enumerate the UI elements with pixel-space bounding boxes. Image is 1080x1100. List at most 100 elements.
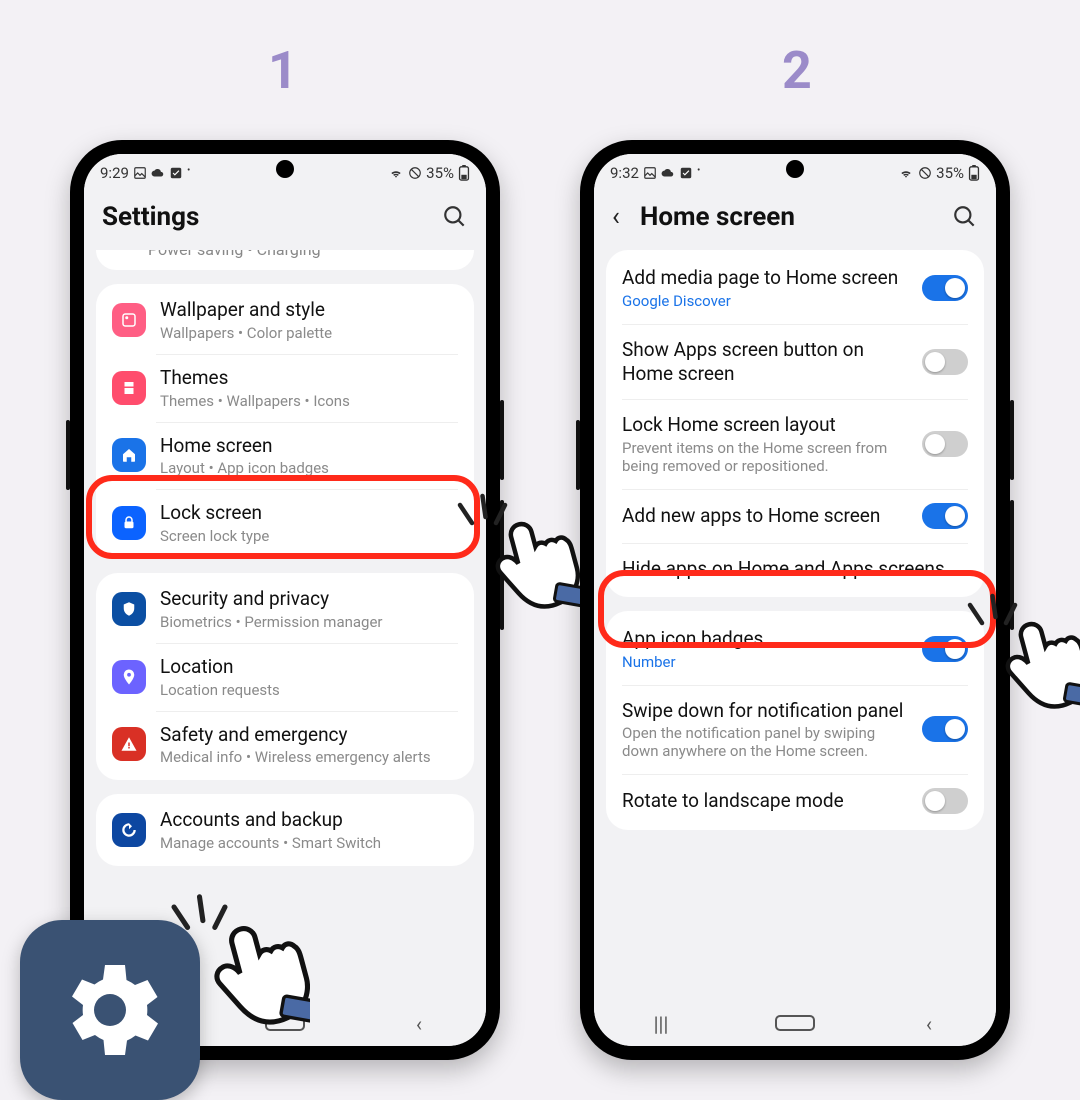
page-title: Home screen bbox=[640, 202, 952, 232]
cloud-icon bbox=[151, 166, 165, 180]
row-accounts-backup[interactable]: Accounts and backup Manage accounts • Sm… bbox=[96, 796, 474, 864]
status-time: 9:32 bbox=[610, 164, 639, 182]
row-title: Add new apps to Home screen bbox=[622, 504, 912, 528]
lock-icon bbox=[112, 506, 146, 540]
battery-text: 35% bbox=[936, 164, 964, 182]
toggle[interactable] bbox=[922, 788, 968, 814]
header: ‹ Home screen bbox=[594, 188, 996, 250]
toggle[interactable] bbox=[922, 275, 968, 301]
row-subtitle: Biometrics • Permission manager bbox=[160, 613, 458, 631]
search-icon[interactable] bbox=[952, 204, 978, 230]
tap-pointer-1 bbox=[430, 490, 580, 640]
row-app-icon-badges[interactable]: App icon badges Number bbox=[606, 613, 984, 685]
row-title: Swipe down for notification panel bbox=[622, 699, 912, 723]
nav-back-icon[interactable]: ‹ bbox=[399, 1012, 439, 1036]
battery-icon bbox=[458, 165, 470, 181]
home-screen-card-1: Add media page to Home screen Google Dis… bbox=[606, 250, 984, 597]
row-subtitle: Prevent items on the Home screen from be… bbox=[622, 439, 912, 475]
battery-icon bbox=[968, 165, 980, 181]
nav-back-icon[interactable]: ‹ bbox=[909, 1012, 949, 1036]
row-subtitle: Layout • App icon badges bbox=[160, 459, 458, 477]
row-subtitle: Medical info • Wireless emergency alerts bbox=[160, 748, 458, 766]
row-title: Wallpaper and style bbox=[160, 298, 458, 322]
check-icon bbox=[679, 166, 693, 180]
more-dot-icon: • bbox=[187, 166, 190, 176]
row-title: Safety and emergency bbox=[160, 723, 458, 747]
row-title: Accounts and backup bbox=[160, 808, 458, 832]
battery-text: 35% bbox=[426, 164, 454, 182]
row-add-media-page[interactable]: Add media page to Home screen Google Dis… bbox=[606, 252, 984, 324]
nav-bar: ||| ‹ bbox=[594, 1002, 996, 1046]
row-subtitle: Wallpapers • Color palette bbox=[160, 324, 458, 342]
no-data-icon bbox=[918, 166, 932, 180]
home-icon bbox=[112, 438, 146, 472]
row-show-apps-button[interactable]: Show Apps screen button on Home screen bbox=[606, 324, 984, 400]
row-title: Themes bbox=[160, 366, 458, 390]
settings-card-security: Security and privacy Biometrics • Permis… bbox=[96, 573, 474, 780]
row-location[interactable]: Location Location requests bbox=[96, 643, 474, 711]
backup-icon bbox=[112, 813, 146, 847]
row-hide-apps[interactable]: Hide apps on Home and Apps screens bbox=[606, 543, 984, 595]
alert-icon bbox=[112, 727, 146, 761]
row-rotate-landscape[interactable]: Rotate to landscape mode bbox=[606, 774, 984, 828]
themes-icon bbox=[112, 371, 146, 405]
wallpaper-icon bbox=[112, 303, 146, 337]
front-camera bbox=[276, 160, 294, 178]
row-home-screen[interactable]: Home screen Layout • App icon badges bbox=[96, 422, 474, 490]
row-title: Security and privacy bbox=[160, 587, 458, 611]
row-wallpaper-style[interactable]: Wallpaper and style Wallpapers • Color p… bbox=[96, 286, 474, 354]
row-title: Add media page to Home screen bbox=[622, 266, 912, 290]
toggle[interactable] bbox=[922, 349, 968, 375]
image-icon bbox=[133, 166, 147, 180]
row-title: App icon badges bbox=[622, 627, 912, 651]
row-subtitle: Screen lock type bbox=[160, 527, 458, 545]
header: Settings bbox=[84, 188, 486, 250]
status-time: 9:29 bbox=[100, 164, 129, 182]
row-title: Lock Home screen layout bbox=[622, 413, 912, 437]
row-title: Rotate to landscape mode bbox=[622, 789, 912, 813]
row-lock-screen[interactable]: Lock screen Screen lock type bbox=[96, 489, 474, 557]
image-icon bbox=[643, 166, 657, 180]
row-add-new-apps[interactable]: Add new apps to Home screen bbox=[606, 489, 984, 543]
more-dot-icon: • bbox=[697, 166, 700, 176]
truncated-prev-card: Power saving • Charging bbox=[96, 250, 474, 270]
tap-pointer-2 bbox=[940, 590, 1080, 740]
row-security-privacy[interactable]: Security and privacy Biometrics • Permis… bbox=[96, 575, 474, 643]
row-title: Lock screen bbox=[160, 501, 458, 525]
row-subtitle: Google Discover bbox=[622, 292, 912, 310]
wifi-icon bbox=[388, 166, 404, 180]
row-title: Hide apps on Home and Apps screens bbox=[622, 557, 968, 581]
toggle[interactable] bbox=[922, 503, 968, 529]
row-subtitle: Open the notification panel by swiping d… bbox=[622, 724, 912, 760]
search-icon[interactable] bbox=[442, 204, 468, 230]
row-subtitle: Number bbox=[622, 653, 912, 671]
settings-card-accounts: Accounts and backup Manage accounts • Sm… bbox=[96, 794, 474, 866]
row-themes[interactable]: Themes Themes • Wallpapers • Icons bbox=[96, 354, 474, 422]
row-title: Show Apps screen button on Home screen bbox=[622, 338, 912, 386]
row-title: Home screen bbox=[160, 434, 458, 458]
nav-recent-icon[interactable]: ||| bbox=[641, 1012, 681, 1036]
pin-icon bbox=[112, 660, 146, 694]
wifi-icon bbox=[898, 166, 914, 180]
row-title: Location bbox=[160, 655, 458, 679]
row-lock-layout[interactable]: Lock Home screen layout Prevent items on… bbox=[606, 399, 984, 489]
row-swipe-down[interactable]: Swipe down for notification panel Open t… bbox=[606, 685, 984, 775]
row-subtitle: Themes • Wallpapers • Icons bbox=[160, 392, 458, 410]
row-subtitle: Location requests bbox=[160, 681, 458, 699]
back-icon[interactable]: ‹ bbox=[612, 202, 640, 232]
tap-pointer-app bbox=[140, 890, 310, 1060]
settings-card-display: Wallpaper and style Wallpapers • Color p… bbox=[96, 284, 474, 559]
row-safety-emergency[interactable]: Safety and emergency Medical info • Wire… bbox=[96, 711, 474, 779]
step-number-1: 1 bbox=[268, 40, 298, 101]
step-number-2: 2 bbox=[782, 40, 812, 101]
row-subtitle: Manage accounts • Smart Switch bbox=[160, 834, 458, 852]
cloud-icon bbox=[661, 166, 675, 180]
page-title: Settings bbox=[102, 202, 442, 232]
no-data-icon bbox=[408, 166, 422, 180]
toggle[interactable] bbox=[922, 431, 968, 457]
nav-home-icon[interactable] bbox=[775, 1012, 815, 1036]
check-icon bbox=[169, 166, 183, 180]
home-screen-card-2: App icon badges Number Swipe down for no… bbox=[606, 611, 984, 831]
shield-icon bbox=[112, 592, 146, 626]
front-camera bbox=[786, 160, 804, 178]
